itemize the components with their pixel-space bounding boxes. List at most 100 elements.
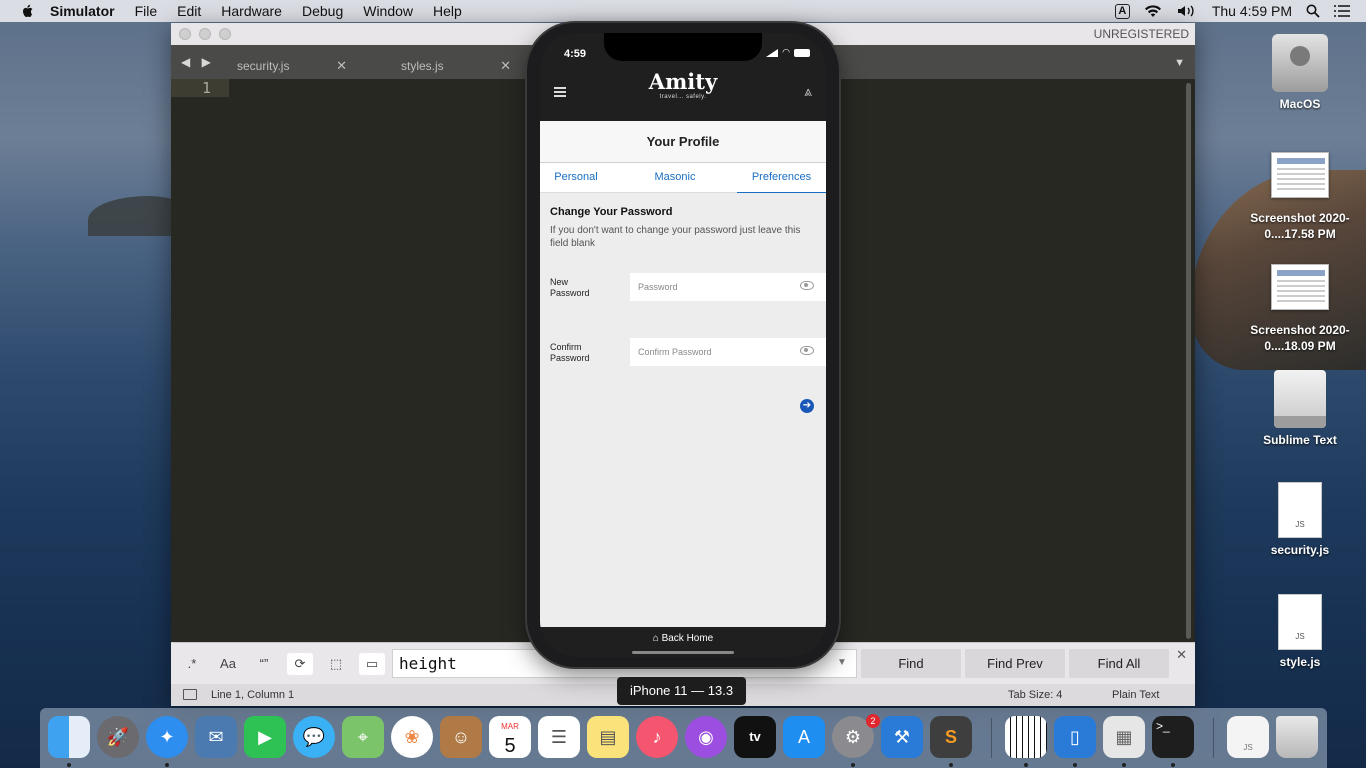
notes-icon[interactable]: ▤ [587,716,629,758]
calendar-month: MAR [501,722,519,731]
menubar-clock[interactable]: Thu 4:59 PM [1212,3,1292,19]
case-sensitive-toggle[interactable]: Aa [215,653,241,675]
piano-icon[interactable] [1005,716,1047,758]
tab-styles-js[interactable]: styles.js ✕ [375,53,525,79]
menu-help[interactable]: Help [433,3,462,19]
running-indicator [165,763,169,767]
dock: 🚀 ✦ ✉ ▶ 💬 ⌖ ❀ ☺ MAR 5 ☰ ▤ ♪ ◉ tv A ⚙ 2 ⚒… [40,708,1327,768]
maps-icon[interactable]: ⌖ [342,716,384,758]
document-stack-icon[interactable]: JS [1227,716,1269,758]
cursor-position: Line 1, Column 1 [211,689,295,701]
terminal-icon[interactable]: >_ [1152,716,1194,758]
show-password-eye-icon[interactable] [800,346,814,355]
podcasts-icon[interactable]: ◉ [685,716,727,758]
menu-app-name[interactable]: Simulator [50,3,115,19]
launchpad-icon[interactable]: 🚀 [97,716,139,758]
js-file-icon: JS [1278,482,1322,538]
sublime-text-icon[interactable]: S [930,716,972,758]
tab-size-selector[interactable]: Tab Size: 4 [1008,689,1062,701]
desktop-icon-label: Screenshot 2020-0....18.09 PM [1250,323,1350,353]
syntax-selector[interactable]: Plain Text [1112,689,1160,701]
tab-masonic[interactable]: Masonic [636,163,714,193]
photos-icon[interactable]: ❀ [391,716,433,758]
menu-file[interactable]: File [135,3,158,19]
running-indicator [1024,763,1028,767]
confirm-password-field[interactable]: Confirm Password [630,338,826,366]
tab-nav-arrows-icon[interactable]: ◀ ▶ [181,55,215,69]
simulator-icon[interactable]: ▯ [1054,716,1096,758]
desktop-icon-screenshot-1[interactable]: Screenshot 2020-0....17.58 PM [1240,152,1360,242]
panel-toggle-icon[interactable] [183,689,197,700]
desktop-icon-style-js[interactable]: JS style.js [1240,594,1360,670]
masonic-square-compass-icon[interactable]: ⩓ [804,83,812,100]
iphone-simulator: 4:59 ◠ Amity travel... safely. ⩓ Your Pr… [527,23,839,667]
minimize-window-button[interactable] [199,28,211,40]
menu-edit[interactable]: Edit [177,3,201,19]
apple-tv-icon[interactable]: tv [734,716,776,758]
hard-drive-icon [1272,34,1328,92]
find-history-dropdown-icon[interactable]: ▼ [837,657,847,668]
xcode-icon[interactable]: ⚒ [881,716,923,758]
menu-window[interactable]: Window [363,3,413,19]
finder-icon[interactable] [48,716,90,758]
phone-screen: 4:59 ◠ Amity travel... safely. ⩓ Your Pr… [540,33,826,657]
tab-security-js[interactable]: security.js ✕ [211,53,361,79]
unregistered-label: UNREGISTERED [1093,27,1189,41]
tab-personal[interactable]: Personal [540,163,612,193]
cellular-signal-icon [766,48,779,57]
find-prev-button[interactable]: Find Prev [965,649,1065,678]
volume-icon[interactable] [1176,4,1198,18]
messages-icon[interactable]: 💬 [293,716,335,758]
app-store-icon[interactable]: A [783,716,825,758]
new-password-label: New Password [550,277,590,298]
apple-icon[interactable] [20,3,36,19]
safari-icon[interactable]: ✦ [146,716,188,758]
submit-arrow-icon[interactable]: ➔ [800,399,814,413]
highlight-matches-toggle-icon[interactable]: ▭ [359,653,385,675]
desktop-icon-screenshot-2[interactable]: Screenshot 2020-0....18.09 PM [1240,264,1360,354]
tab-preferences[interactable]: Preferences [737,163,826,193]
contacts-icon[interactable]: ☺ [440,716,482,758]
desktop-icon-sublime-text[interactable]: Sublime Text [1240,370,1360,448]
notification-badge: 2 [866,714,880,728]
desktop-icon-security-js[interactable]: JS security.js [1240,482,1360,558]
notification-center-icon[interactable] [1334,5,1350,17]
trash-icon[interactable] [1276,716,1318,758]
facetime-icon[interactable]: ▶ [244,716,286,758]
section-heading: Change Your Password [550,206,673,218]
in-selection-toggle-icon[interactable]: ⬚ [323,653,349,675]
disk-image-icon [1274,370,1326,428]
wrap-toggle-icon[interactable]: ⟳ [287,653,313,675]
desktop-icon-label: security.js [1270,543,1330,557]
menu-hardware[interactable]: Hardware [221,3,282,19]
back-home-button[interactable]: ⌂ Back Home [540,633,826,644]
show-password-eye-icon[interactable] [800,281,814,290]
tab-overflow-menu-icon[interactable]: ▼ [1174,57,1185,69]
screenshot-thumbnail-icon [1271,152,1329,198]
whole-word-toggle[interactable]: “” [251,653,277,675]
confirm-password-placeholder: Confirm Password [638,347,712,357]
close-tab-icon[interactable]: ✕ [500,58,511,74]
find-all-button[interactable]: Find All [1069,649,1169,678]
close-find-panel-icon[interactable]: ✕ [1176,647,1187,663]
close-window-button[interactable] [179,28,191,40]
reminders-icon[interactable]: ☰ [538,716,580,758]
preview-icon[interactable]: ▦ [1103,716,1145,758]
wifi-icon[interactable] [1144,4,1162,18]
editor-scrollbar[interactable] [1186,83,1191,639]
calendar-icon[interactable]: MAR 5 [489,716,531,758]
mail-icon[interactable]: ✉ [195,716,237,758]
new-password-field[interactable]: Password [630,273,826,301]
zoom-window-button[interactable] [219,28,231,40]
dock-separator [991,718,992,758]
spotlight-search-icon[interactable] [1306,4,1320,18]
home-indicator[interactable] [632,651,734,654]
close-tab-icon[interactable]: ✕ [336,58,347,74]
music-icon[interactable]: ♪ [636,716,678,758]
running-indicator [67,763,71,767]
find-button[interactable]: Find [861,649,961,678]
desktop-icon-macos[interactable]: MacOS [1240,34,1360,112]
input-source-icon[interactable]: A [1114,3,1130,19]
regex-toggle[interactable]: .* [179,653,205,675]
menu-debug[interactable]: Debug [302,3,343,19]
